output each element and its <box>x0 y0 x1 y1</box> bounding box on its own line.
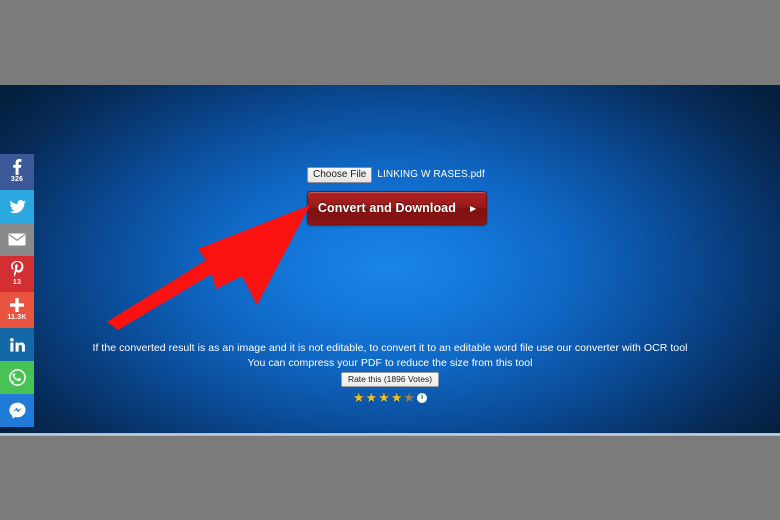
star-2[interactable]: ★ <box>366 391 378 404</box>
star-4[interactable]: ★ <box>391 391 403 404</box>
share-button-more[interactable]: 11.3K <box>0 292 34 328</box>
rating-block: Rate this (1896 Votes) ★ ★ ★ ★ ★ i <box>0 372 780 404</box>
pinterest-icon <box>10 260 24 278</box>
social-share-sidebar: 326 13 11.3K <box>0 154 34 427</box>
messenger-icon <box>8 402 26 419</box>
file-input-row[interactable]: Choose File LINKING W RASES.pdf <box>307 166 489 183</box>
share-button-linkedin[interactable] <box>0 328 34 361</box>
share-count-pinterest: 13 <box>12 278 22 286</box>
star-3[interactable]: ★ <box>378 391 390 404</box>
choose-file-button[interactable]: Choose File <box>307 166 373 183</box>
share-button-whatsapp[interactable] <box>0 361 34 394</box>
whatsapp-icon <box>8 369 26 386</box>
convert-and-download-button[interactable]: Convert and Download ▶ <box>307 191 487 225</box>
rate-this-label[interactable]: Rate this (1896 Votes) <box>340 372 440 387</box>
upload-form: Choose File LINKING W RASES.pdf Convert … <box>307 166 489 225</box>
linkedin-icon <box>9 337 25 352</box>
facebook-icon <box>11 159 23 175</box>
letterbox-top <box>0 0 780 85</box>
convert-button-label: Convert and Download <box>317 201 456 215</box>
plus-icon <box>9 297 25 313</box>
chevron-right-icon: ▶ <box>469 203 477 213</box>
star-1[interactable]: ★ <box>353 391 365 404</box>
annotation-arrow-icon <box>107 205 310 330</box>
share-button-facebook[interactable]: 326 <box>0 154 34 190</box>
footer-notes: If the converted result is as an image a… <box>0 341 780 371</box>
share-button-messenger[interactable] <box>0 394 34 427</box>
rating-info-badge[interactable]: i <box>417 392 428 403</box>
envelope-icon <box>8 233 26 246</box>
share-button-email[interactable] <box>0 223 34 256</box>
share-button-pinterest[interactable]: 13 <box>0 256 34 292</box>
twitter-icon <box>9 199 26 214</box>
selected-file-name: LINKING W RASES.pdf <box>377 169 485 180</box>
screenshot-root: 326 13 11.3K Choose File LINKING W RASES… <box>0 0 780 520</box>
share-count-facebook: 326 <box>10 176 24 183</box>
note-line-ocr: If the converted result is as an image a… <box>92 342 688 354</box>
share-count-more: 11.3K <box>7 314 27 321</box>
letterbox-bottom <box>0 436 780 520</box>
star-rating[interactable]: ★ ★ ★ ★ ★ i <box>353 391 428 404</box>
share-button-twitter[interactable] <box>0 190 34 223</box>
page-content-area: 326 13 11.3K Choose File LINKING W RASES… <box>0 85 780 436</box>
star-5[interactable]: ★ <box>403 391 415 404</box>
note-line-compress: You can compress your PDF to reduce the … <box>247 357 533 369</box>
